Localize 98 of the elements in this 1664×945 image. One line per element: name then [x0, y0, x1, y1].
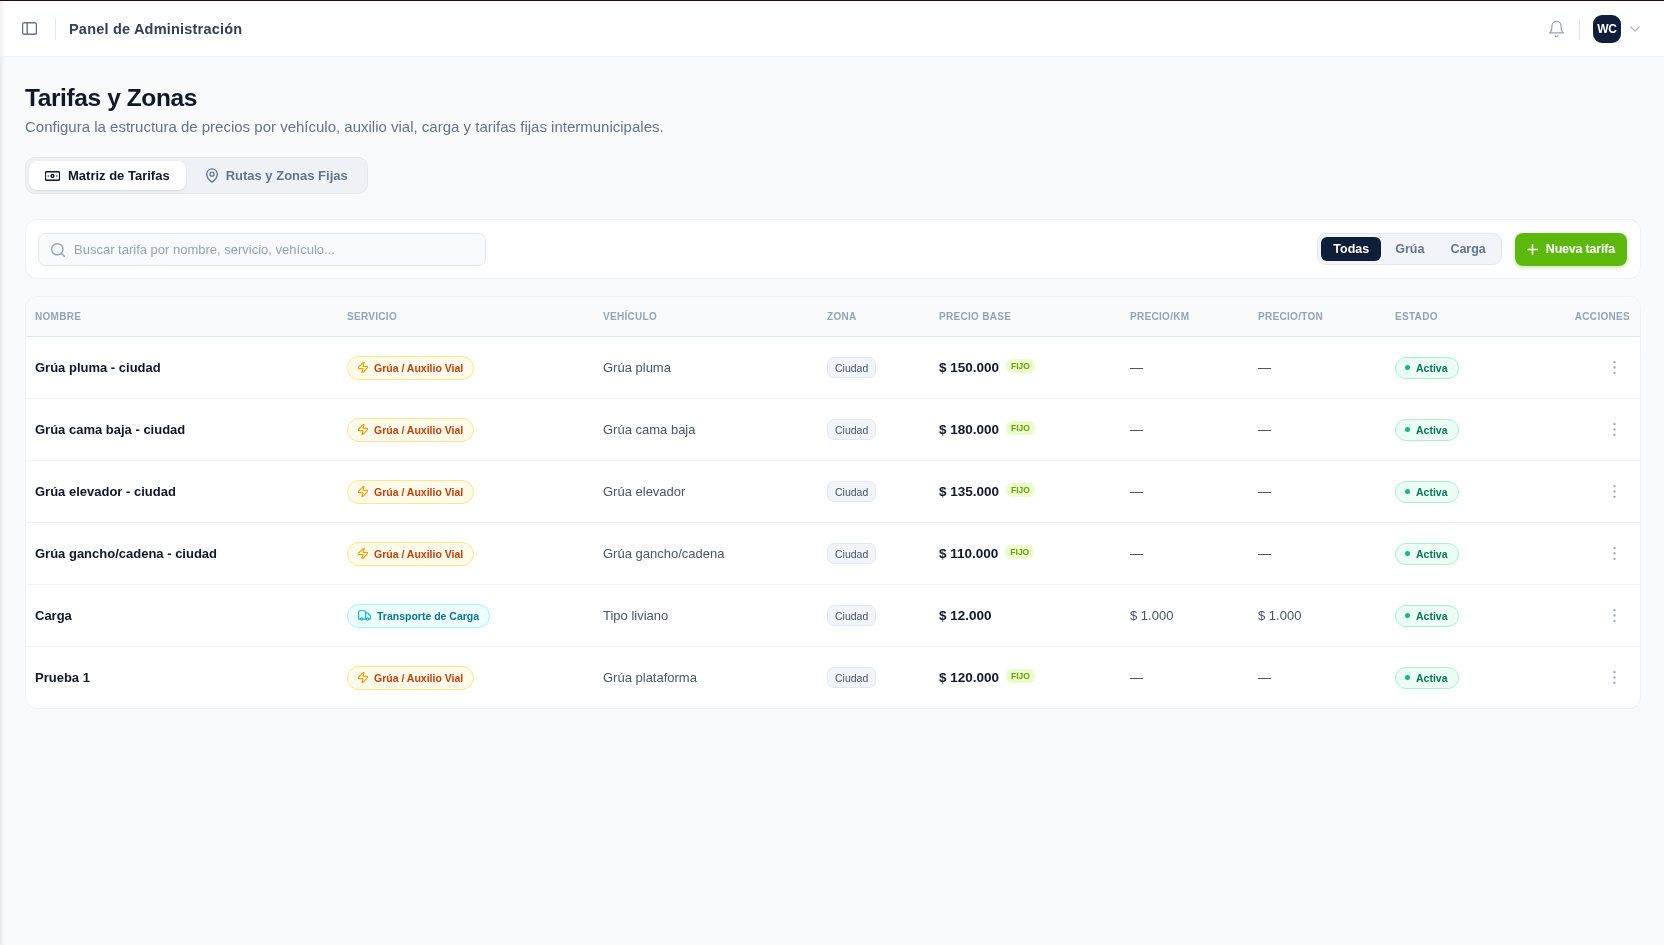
- zone-tag: Ciudad: [827, 605, 877, 626]
- truck-icon: [358, 610, 371, 621]
- base-price: $ 135.000: [939, 484, 1000, 499]
- service-label: Grúa / Auxilio Vial: [374, 361, 464, 374]
- status-dot-icon: [1405, 613, 1410, 618]
- price-per-km: $ 1.000: [1130, 608, 1174, 623]
- tab[interactable]: Rutas y Zonas Fijas: [189, 161, 364, 190]
- price-per-km: —: [1130, 360, 1143, 375]
- base-price: $ 110.000: [939, 546, 999, 561]
- page-title: Tarifas y Zonas: [25, 83, 197, 113]
- user-avatar[interactable]: WC: [1593, 14, 1621, 43]
- search-icon: [51, 242, 65, 257]
- vehicle-name: Tipo liviano: [603, 608, 669, 623]
- price-per-km: —: [1130, 484, 1143, 499]
- price-per-ton: —: [1258, 422, 1271, 437]
- status-label: Activa: [1416, 547, 1448, 560]
- status-dot-icon: [1405, 551, 1410, 556]
- tariff-name: Grúa gancho/cadena - ciudad: [35, 546, 218, 561]
- column-header: PRECIO/TON: [1258, 311, 1324, 322]
- status-dot-icon: [1405, 365, 1410, 370]
- vehicle-name: Grúa cama baja: [603, 422, 696, 437]
- base-price: $ 12.000: [939, 608, 992, 623]
- lightning-icon: [358, 362, 368, 373]
- lightning-icon: [358, 424, 368, 435]
- column-header: ZONA: [827, 311, 857, 322]
- service-label: Grúa / Auxilio Vial: [374, 547, 464, 560]
- base-price: $ 120.000: [939, 670, 1000, 685]
- column-header: SERVICIO: [347, 311, 397, 322]
- column-header: ESTADO: [1395, 311, 1438, 322]
- price-per-ton: —: [1258, 670, 1271, 685]
- vehicle-name: Grúa gancho/cadena: [603, 546, 725, 561]
- status-dot-icon: [1405, 675, 1410, 680]
- column-header: ACCIONES: [1574, 311, 1630, 322]
- fixed-tag: FIJO: [1005, 545, 1035, 559]
- tariff-name: Prueba 1: [35, 670, 90, 685]
- column-header: VEHÍCULO: [603, 311, 658, 322]
- status-dot-icon: [1405, 427, 1410, 432]
- price-per-ton: $ 1.000: [1258, 608, 1302, 623]
- service-label: Grúa / Auxilio Vial: [374, 671, 464, 684]
- chevron-down-icon[interactable]: [1630, 25, 1640, 32]
- more-options-icon[interactable]: [1613, 485, 1616, 498]
- lightning-icon: [358, 548, 368, 559]
- column-header: PRECIO/KM: [1130, 311, 1190, 322]
- vehicle-name: Grúa pluma: [603, 360, 671, 375]
- app-title: Panel de Administración: [69, 20, 243, 37]
- tariff-name: Grúa cama baja - ciudad: [35, 422, 186, 437]
- plus-icon: [1526, 243, 1538, 255]
- fixed-tag: FIJO: [1006, 669, 1035, 683]
- vehicle-name: Grúa elevador: [603, 484, 686, 499]
- lightning-icon: [358, 672, 368, 683]
- page-subtitle: Configura la estructura de precios por vehículo, auxilio vial, carga y tarifas fijas intermunicipales.: [25, 118, 664, 136]
- base-price: $ 150.000: [939, 360, 1000, 375]
- tariff-name: Grúa pluma - ciudad: [35, 360, 161, 375]
- price-per-km: —: [1130, 422, 1143, 437]
- price-per-ton: —: [1258, 546, 1271, 561]
- zone-tag: Ciudad: [827, 419, 877, 440]
- fixed-tag: FIJO: [1006, 483, 1035, 497]
- more-options-icon[interactable]: [1613, 423, 1616, 436]
- bell-icon[interactable]: [1549, 20, 1564, 37]
- price-per-km: —: [1130, 670, 1143, 685]
- status-label: Activa: [1416, 671, 1448, 684]
- tab[interactable]: Matriz de Tarifas: [29, 161, 186, 190]
- search-field[interactable]: Buscar tarifa por nombre, servicio, vehículo...: [38, 232, 486, 266]
- zone-tag: Ciudad: [827, 667, 877, 688]
- new-tariff-button[interactable]: Nueva tarifa: [1514, 232, 1627, 266]
- sidebar-toggle-icon[interactable]: [22, 22, 37, 35]
- filter-tab[interactable]: Carga: [1438, 237, 1498, 261]
- column-header: PRECIO BASE: [939, 311, 1012, 322]
- filter-tab[interactable]: Todas: [1321, 237, 1382, 261]
- map-pin-icon: [205, 168, 218, 183]
- zone-tag: Ciudad: [827, 481, 877, 502]
- status-label: Activa: [1416, 361, 1448, 374]
- status-label: Activa: [1416, 609, 1448, 622]
- price-per-km: —: [1130, 546, 1143, 561]
- tariff-name: Grúa elevador - ciudad: [35, 484, 176, 499]
- status-label: Activa: [1416, 423, 1448, 436]
- status-label: Activa: [1416, 485, 1448, 498]
- more-options-icon[interactable]: [1613, 609, 1616, 622]
- price-per-ton: —: [1258, 360, 1271, 375]
- service-label: Grúa / Auxilio Vial: [374, 485, 464, 498]
- status-dot-icon: [1405, 489, 1410, 494]
- lightning-icon: [358, 486, 368, 497]
- more-options-icon[interactable]: [1613, 547, 1616, 560]
- tariff-name: Carga: [35, 608, 72, 623]
- zone-tag: Ciudad: [827, 357, 877, 378]
- banknote-icon: [45, 170, 60, 181]
- more-options-icon[interactable]: [1613, 361, 1616, 374]
- more-options-icon[interactable]: [1613, 671, 1616, 684]
- zone-tag: Ciudad: [827, 543, 877, 564]
- filter-tab[interactable]: Grúa: [1383, 237, 1437, 261]
- column-header: NOMBRE: [35, 311, 82, 322]
- service-label: Grúa / Auxilio Vial: [374, 423, 464, 436]
- fixed-tag: FIJO: [1006, 359, 1035, 373]
- fixed-tag: FIJO: [1006, 421, 1035, 435]
- vehicle-name: Grúa plataforma: [603, 670, 697, 685]
- price-per-ton: —: [1258, 484, 1271, 499]
- base-price: $ 180.000: [939, 422, 1000, 437]
- service-label: Transporte de Carga: [377, 609, 480, 622]
